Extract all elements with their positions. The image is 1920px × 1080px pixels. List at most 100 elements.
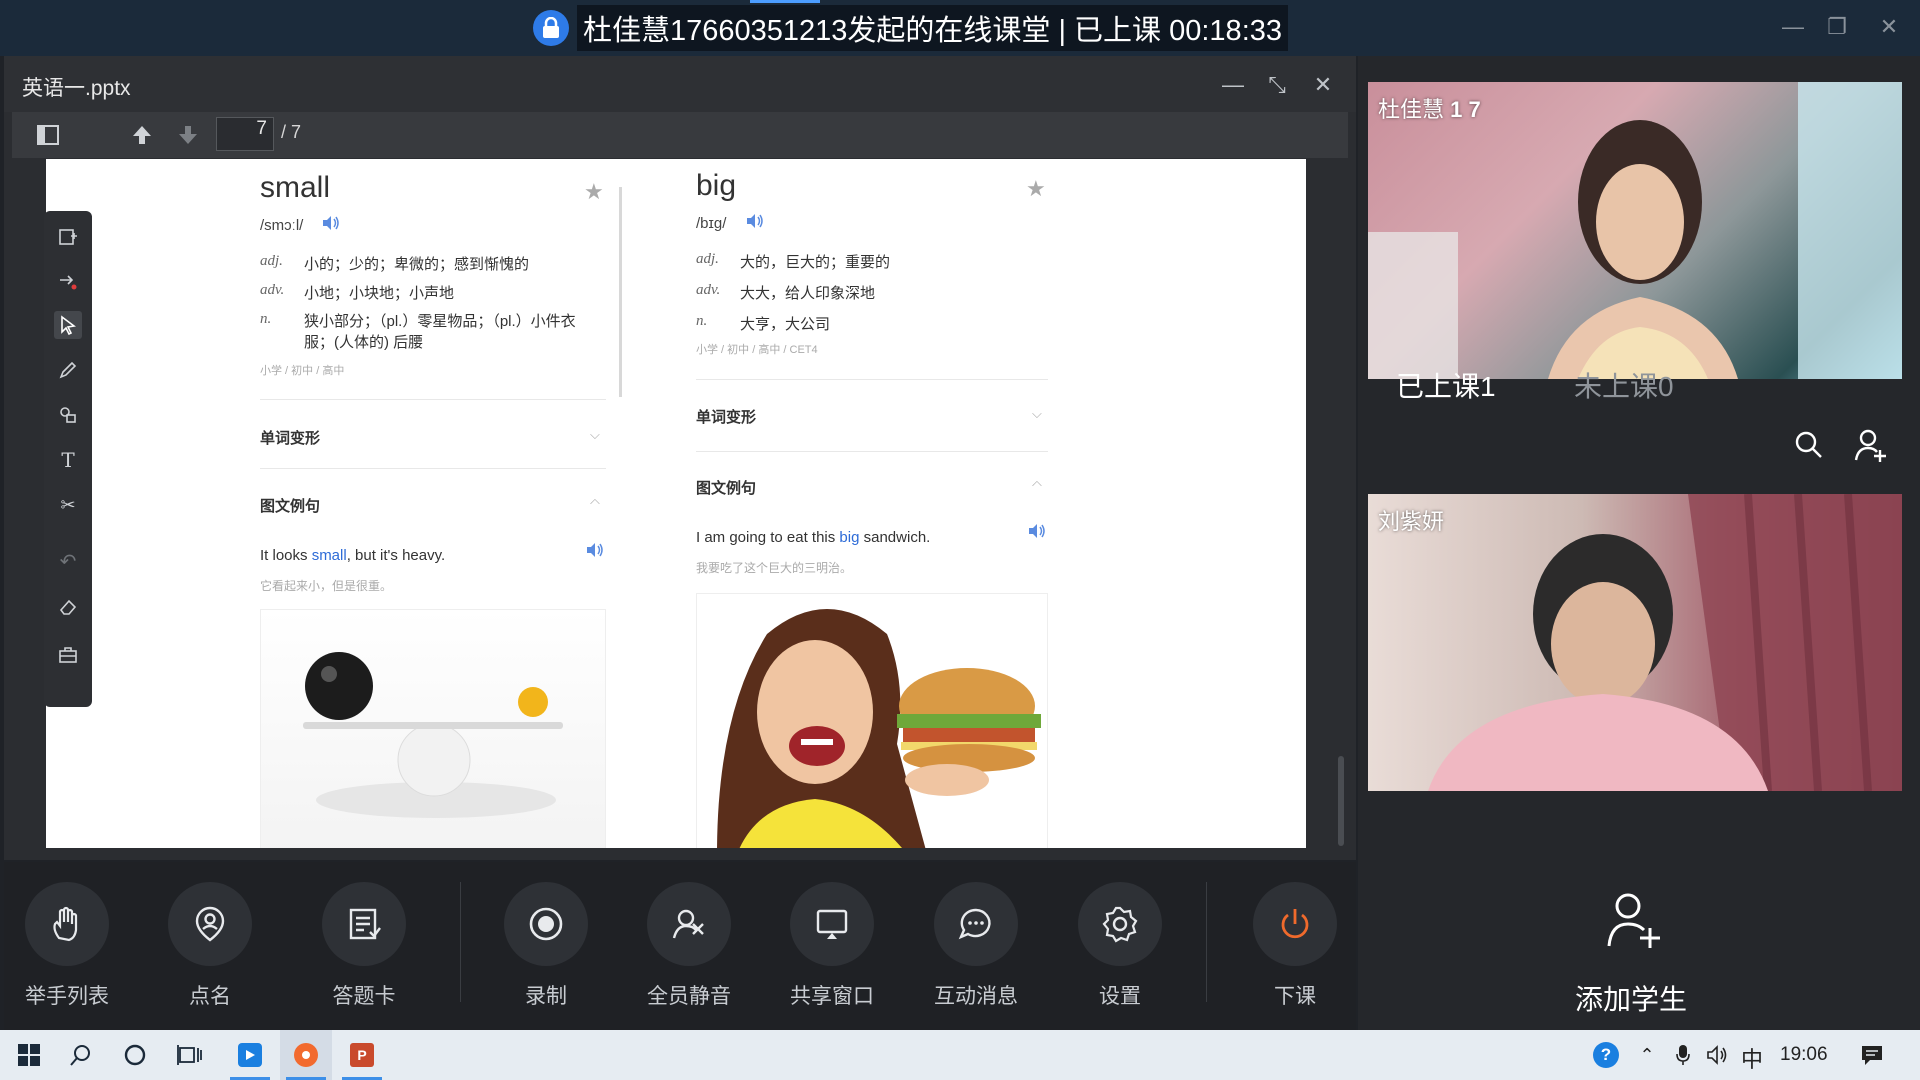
taskbar-clock[interactable]: 19:06 bbox=[1780, 1044, 1828, 1066]
taskbar-app-classroom[interactable] bbox=[280, 1030, 332, 1080]
windows-start-icon[interactable] bbox=[6, 1030, 52, 1080]
taskbar-app-powerpoint[interactable]: P bbox=[336, 1030, 388, 1080]
divider bbox=[260, 399, 606, 400]
speaker-icon[interactable] bbox=[322, 215, 340, 236]
ppt-minimize-icon[interactable]: — bbox=[1220, 72, 1246, 98]
eraser-icon[interactable] bbox=[54, 593, 82, 621]
slide-scrollbar[interactable] bbox=[1338, 756, 1344, 846]
presentation-toolbar bbox=[12, 112, 1348, 158]
search-icon[interactable] bbox=[58, 1030, 104, 1080]
add-user-icon[interactable] bbox=[1854, 428, 1888, 467]
student-name: 刘紫妍 bbox=[1378, 509, 1445, 534]
chevron-up-icon[interactable]: ⌃ bbox=[1632, 1030, 1662, 1080]
prev-page-icon[interactable] bbox=[128, 121, 156, 149]
divider bbox=[696, 451, 1048, 452]
divider bbox=[260, 468, 606, 469]
chevron-down-icon[interactable]: ⌵ bbox=[1032, 406, 1042, 422]
input-method-indicator[interactable]: 中 bbox=[1741, 1042, 1763, 1074]
star-icon[interactable]: ★ bbox=[1026, 176, 1046, 202]
search-icon[interactable] bbox=[1795, 431, 1823, 464]
speaker-icon[interactable] bbox=[1028, 523, 1046, 544]
classroom-control-bar: 举手列表 点名 答题卡 录制 全员静音 共享窗口 互动消息 设置 下课 bbox=[4, 862, 1356, 1030]
section-examples-small[interactable]: 图文例句 bbox=[260, 495, 320, 516]
page-number-input[interactable]: 7 bbox=[216, 117, 274, 151]
definition-list-big: adj. 大的，巨大的；重要的 adv. 大大，给人印象深地 n. 大亨，大公司 bbox=[696, 251, 891, 333]
laser-pointer-icon[interactable] bbox=[54, 267, 82, 295]
interactive-messages-button[interactable]: 互动消息 bbox=[921, 882, 1031, 1010]
ppt-shrink-icon[interactable]: ⤡ bbox=[1264, 72, 1290, 98]
toolbox-icon[interactable] bbox=[54, 641, 82, 669]
phonetic-small: /smɔːl/ bbox=[260, 217, 304, 234]
ppt-close-icon[interactable]: ✕ bbox=[1310, 72, 1336, 98]
student-video[interactable]: 刘紫妍 bbox=[1368, 494, 1902, 791]
minimize-icon[interactable]: — bbox=[1778, 14, 1808, 40]
level-tags-big: 小学 / 初中 / 高中 / CET4 bbox=[696, 344, 818, 356]
window-title-bar: 杜佳慧17660351213发起的在线课堂 | 已上课 00:18:33 — ❐… bbox=[0, 0, 1920, 56]
power-icon bbox=[1253, 882, 1337, 966]
raise-hand-list-button[interactable]: 举手列表 bbox=[12, 882, 122, 1010]
example-image-balance bbox=[260, 609, 606, 848]
answer-card-button[interactable]: 答题卡 bbox=[309, 882, 419, 1010]
share-window-icon bbox=[790, 882, 874, 966]
roll-call-button[interactable]: 点名 bbox=[155, 882, 265, 1010]
section-examples-big[interactable]: 图文例句 bbox=[696, 477, 756, 498]
mute-all-icon bbox=[647, 882, 731, 966]
speaker-icon[interactable] bbox=[586, 542, 604, 563]
chat-icon bbox=[934, 882, 1018, 966]
undo-icon[interactable]: ↶ bbox=[54, 547, 82, 575]
select-arrow-icon[interactable] bbox=[54, 311, 82, 339]
section-word-forms-small[interactable]: 单词变形 bbox=[260, 427, 320, 448]
section-word-forms-big[interactable]: 单词变形 bbox=[696, 406, 756, 427]
tab-not-in-class[interactable]: 未上课0 bbox=[1574, 365, 1674, 405]
text-icon[interactable]: T bbox=[54, 446, 82, 474]
drawing-toolbar: T ✂ ↶ bbox=[44, 211, 92, 707]
lock-icon bbox=[533, 10, 569, 46]
close-icon[interactable]: ✕ bbox=[1874, 14, 1904, 40]
mute-all-button[interactable]: 全员静音 bbox=[634, 882, 744, 1010]
word-title-small: small bbox=[260, 171, 331, 204]
add-student-button[interactable]: 添加学生 bbox=[1575, 978, 1687, 1018]
taskbar-app-blue[interactable] bbox=[224, 1030, 276, 1080]
volume-icon[interactable] bbox=[1702, 1030, 1734, 1080]
next-page-icon[interactable] bbox=[174, 121, 202, 149]
windows-taskbar: P ? ⌃ 中 19:06 bbox=[0, 1030, 1920, 1080]
phonetic-big: /bɪɡ/ bbox=[696, 215, 727, 232]
share-window-button[interactable]: 共享窗口 bbox=[777, 882, 887, 1010]
chevron-up-icon[interactable]: ⌵ bbox=[1032, 477, 1042, 493]
title-accent-line bbox=[750, 0, 820, 3]
settings-icon bbox=[1078, 882, 1162, 966]
add-student-icon[interactable] bbox=[1604, 890, 1664, 955]
end-class-button[interactable]: 下课 bbox=[1240, 882, 1350, 1010]
star-icon[interactable]: ★ bbox=[584, 179, 604, 205]
shapes-icon[interactable] bbox=[54, 401, 82, 429]
classroom-app-icon bbox=[294, 1043, 318, 1067]
chevron-down-icon[interactable]: ⌵ bbox=[590, 427, 600, 443]
speaker-icon[interactable] bbox=[746, 213, 764, 234]
definition-list-small: adj. 小的；少的；卑微的；感到惭愧的 adv. 小地；小块地；小声地 n. 狭小部… bbox=[260, 253, 576, 351]
microphone-icon[interactable] bbox=[1668, 1030, 1698, 1080]
pen-icon[interactable] bbox=[54, 356, 82, 384]
chevron-up-icon[interactable]: ⌵ bbox=[590, 495, 600, 511]
new-page-icon[interactable] bbox=[54, 223, 82, 251]
page-total: / 7 bbox=[281, 122, 302, 142]
column-scrollbar[interactable] bbox=[619, 187, 622, 397]
task-view-icon[interactable] bbox=[166, 1030, 212, 1080]
example-translation-small: 它看起来小，但是很重。 bbox=[260, 579, 393, 593]
roll-call-icon bbox=[168, 882, 252, 966]
answer-card-icon bbox=[322, 882, 406, 966]
record-button[interactable]: 录制 bbox=[491, 882, 601, 1010]
sidebar-toggle-icon[interactable] bbox=[34, 121, 62, 149]
window-title: 杜佳慧17660351213发起的在线课堂 | 已上课 00:18:33 bbox=[533, 5, 1289, 51]
slide-canvas: small ★ /smɔːl/ adj. 小的；少的；卑微的；感到惭愧的 adv.… bbox=[46, 159, 1306, 848]
help-icon[interactable]: ? bbox=[1588, 1030, 1624, 1080]
tab-in-class[interactable]: 已上课1 bbox=[1396, 365, 1496, 405]
word-title-big: big bbox=[696, 169, 737, 202]
record-icon bbox=[504, 882, 588, 966]
restore-icon[interactable]: ❐ bbox=[1822, 14, 1852, 40]
powerpoint-icon: P bbox=[350, 1043, 374, 1067]
teacher-video[interactable]: 杜佳慧 1 7 bbox=[1368, 82, 1902, 379]
scissors-icon[interactable]: ✂ bbox=[54, 491, 82, 519]
cortana-icon[interactable] bbox=[112, 1030, 158, 1080]
settings-button[interactable]: 设置 bbox=[1065, 882, 1175, 1010]
notification-icon[interactable] bbox=[1852, 1030, 1892, 1080]
